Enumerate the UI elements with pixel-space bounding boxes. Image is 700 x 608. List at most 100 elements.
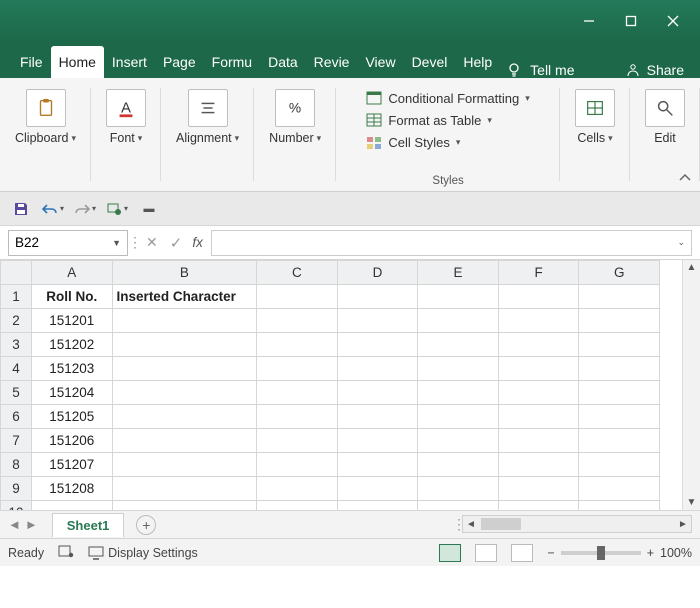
share-button[interactable]: Share (617, 62, 692, 78)
tab-formulas[interactable]: Formu (204, 46, 260, 78)
cell[interactable] (498, 429, 579, 453)
col-header-c[interactable]: C (257, 261, 338, 285)
row-header[interactable]: 8 (1, 453, 32, 477)
row-header[interactable]: 6 (1, 405, 32, 429)
view-page-break-button[interactable] (511, 544, 533, 562)
row-header[interactable]: 2 (1, 309, 32, 333)
cell[interactable] (257, 357, 338, 381)
cell[interactable]: 151208 (31, 477, 112, 501)
col-header-b[interactable]: B (112, 261, 257, 285)
cell[interactable] (579, 405, 660, 429)
cell[interactable] (257, 285, 338, 309)
view-page-layout-button[interactable] (475, 544, 497, 562)
row-header[interactable]: 3 (1, 333, 32, 357)
cell[interactable] (579, 453, 660, 477)
cell[interactable] (337, 333, 418, 357)
cell[interactable]: 151202 (31, 333, 112, 357)
cell-styles-button[interactable]: Cell Styles▾ (366, 134, 529, 150)
format-as-table-button[interactable]: Format as Table▾ (366, 112, 529, 128)
macro-record-button[interactable] (58, 544, 74, 561)
name-box-handle[interactable]: ⋮ (128, 234, 136, 251)
cell[interactable]: Inserted Character (112, 285, 257, 309)
accessibility-button[interactable]: Display Settings (88, 546, 198, 560)
cells-button[interactable]: Cells▾ (566, 84, 624, 150)
cell[interactable] (418, 333, 499, 357)
window-close-button[interactable] (652, 6, 694, 36)
row-header[interactable]: 1 (1, 285, 32, 309)
cell[interactable] (337, 429, 418, 453)
add-sheet-button[interactable]: + (136, 515, 156, 535)
cell[interactable] (257, 405, 338, 429)
cell[interactable] (337, 405, 418, 429)
cell[interactable] (579, 357, 660, 381)
horizontal-scrollbar[interactable]: ◄ ► (462, 515, 692, 533)
window-minimize-button[interactable] (568, 6, 610, 36)
cell[interactable] (579, 309, 660, 333)
zoom-in-button[interactable]: + (647, 546, 654, 560)
cell[interactable] (112, 381, 257, 405)
cell[interactable] (337, 381, 418, 405)
paste-button[interactable]: Clipboard▾ (6, 84, 85, 150)
cell[interactable] (112, 429, 257, 453)
cell[interactable] (418, 357, 499, 381)
zoom-control[interactable]: − + 100% (547, 546, 692, 560)
cell[interactable] (337, 285, 418, 309)
formula-bar[interactable]: ⌄ (211, 230, 692, 256)
name-box[interactable]: B22 ▼ (8, 230, 128, 256)
cell[interactable] (257, 309, 338, 333)
undo-button[interactable]: ▾ (40, 196, 66, 222)
select-all-corner[interactable] (1, 261, 32, 285)
row-header[interactable]: 7 (1, 429, 32, 453)
cell[interactable]: 151205 (31, 405, 112, 429)
cell[interactable] (579, 429, 660, 453)
spreadsheet-grid[interactable]: A B C D E F G 1Roll No.Inserted Characte… (0, 260, 700, 510)
cell[interactable] (418, 309, 499, 333)
cell[interactable] (498, 357, 579, 381)
tab-split-handle[interactable]: ⋮ (452, 516, 460, 533)
conditional-formatting-button[interactable]: Conditional Formatting▾ (366, 90, 529, 106)
row-header[interactable]: 5 (1, 381, 32, 405)
view-normal-button[interactable] (439, 544, 461, 562)
cell[interactable] (498, 405, 579, 429)
cell[interactable] (337, 309, 418, 333)
cell[interactable] (257, 429, 338, 453)
cancel-formula-button[interactable]: ✕ (146, 234, 158, 251)
cell[interactable] (337, 477, 418, 501)
cell[interactable] (498, 333, 579, 357)
col-header-f[interactable]: F (498, 261, 579, 285)
vertical-scrollbar[interactable]: ▲ ▼ (682, 260, 700, 510)
editing-button[interactable]: Edit (636, 84, 694, 150)
tab-page-layout[interactable]: Page (155, 46, 204, 78)
cell[interactable]: Roll No. (31, 285, 112, 309)
cell[interactable] (418, 453, 499, 477)
cell[interactable] (257, 381, 338, 405)
col-header-g[interactable]: G (579, 261, 660, 285)
row-header[interactable]: 4 (1, 357, 32, 381)
col-header-a[interactable]: A (31, 261, 112, 285)
cell[interactable]: 151206 (31, 429, 112, 453)
tab-review[interactable]: Revie (306, 46, 358, 78)
scroll-up-icon[interactable]: ▲ (687, 262, 697, 273)
tab-data[interactable]: Data (260, 46, 306, 78)
tab-home[interactable]: Home (51, 46, 104, 78)
tab-developer[interactable]: Devel (404, 46, 456, 78)
cell[interactable] (579, 285, 660, 309)
save-button[interactable] (8, 196, 34, 222)
redo-button[interactable]: ▾ (72, 196, 98, 222)
zoom-thumb[interactable] (597, 546, 605, 560)
cell[interactable] (579, 333, 660, 357)
cell[interactable] (112, 333, 257, 357)
tab-file[interactable]: File (12, 46, 51, 78)
row-header[interactable]: 9 (1, 477, 32, 501)
col-header-d[interactable]: D (337, 261, 418, 285)
alignment-button[interactable]: Alignment▾ (167, 84, 248, 150)
cell[interactable] (498, 309, 579, 333)
cell[interactable] (498, 381, 579, 405)
touch-mode-button[interactable]: ▾ (104, 196, 130, 222)
tell-me-button[interactable]: Tell me (506, 62, 574, 78)
sheet-tab-active[interactable]: Sheet1 (52, 513, 125, 537)
font-button[interactable]: A Font▾ (97, 84, 155, 150)
customize-qat-button[interactable]: ▬ (136, 196, 162, 222)
collapse-ribbon-button[interactable] (676, 169, 694, 187)
cell[interactable] (112, 405, 257, 429)
